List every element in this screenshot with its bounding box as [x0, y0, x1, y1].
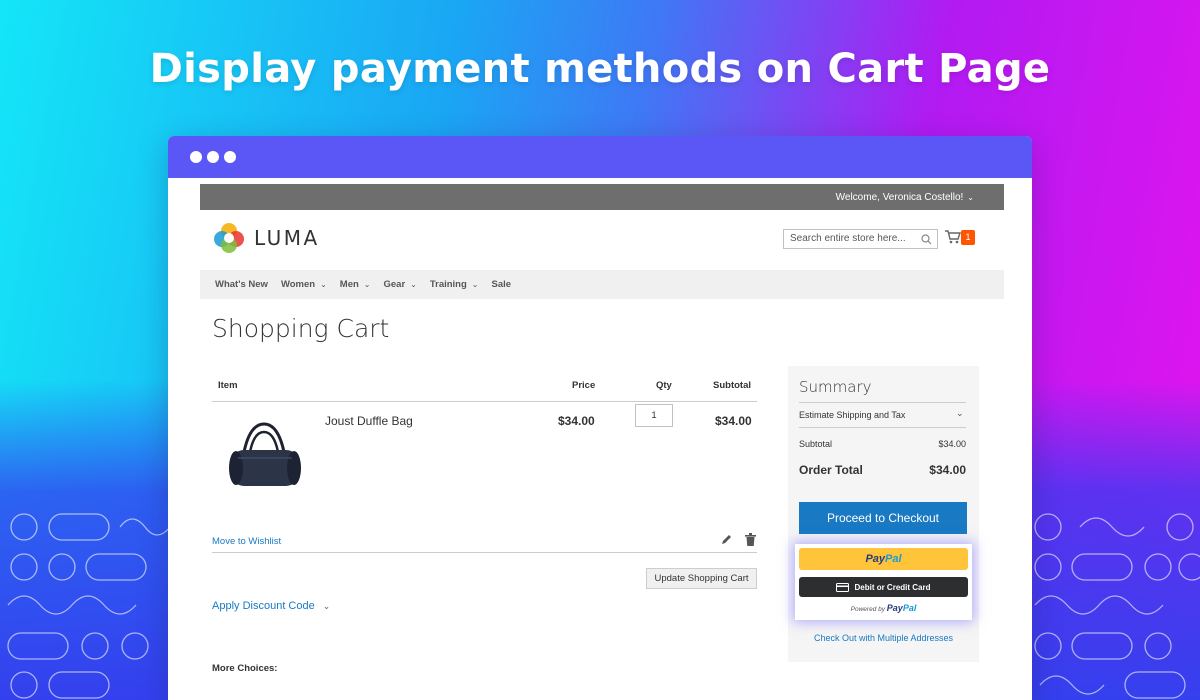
debit-credit-card-button[interactable]: Debit or Credit Card: [799, 577, 968, 597]
divider: [799, 402, 966, 403]
multiple-addresses-link[interactable]: Check Out with Multiple Addresses: [788, 633, 979, 643]
more-choices-heading: More Choices:: [212, 663, 278, 674]
nav-men[interactable]: Men ⌄: [340, 279, 371, 290]
nav-training[interactable]: Training ⌄: [430, 279, 479, 290]
discount-toggle[interactable]: Apply Discount Code ⌄: [212, 600, 330, 612]
cart-icon: [945, 230, 961, 244]
chevron-down-icon[interactable]: ⌄: [967, 193, 974, 202]
nav-women[interactable]: Women ⌄: [281, 279, 327, 290]
browser-window: Welcome, Veronica Costello! ⌄ LUMA Searc…: [168, 136, 1032, 700]
cart-count-badge: 1: [961, 230, 975, 245]
window-dot-icon[interactable]: [207, 151, 219, 163]
paypal-logo-pal: Pal: [902, 603, 917, 613]
minicart[interactable]: 1: [945, 230, 975, 249]
chevron-down-icon: ⌄: [320, 280, 327, 289]
credit-card-icon: [836, 582, 850, 592]
divider: [799, 427, 966, 428]
pencil-icon[interactable]: [720, 534, 732, 546]
powered-by-label: Powered by: [850, 606, 885, 613]
page-title: Shopping Cart: [212, 314, 390, 343]
product-price: $34.00: [558, 414, 595, 428]
nav-label: Training: [429, 279, 467, 290]
summary-title: Summary: [799, 378, 872, 396]
search-icon[interactable]: [921, 234, 932, 245]
nav-label: Men: [339, 279, 359, 290]
product-image[interactable]: [220, 422, 308, 494]
order-total-label: Order Total: [799, 463, 863, 477]
paypal-logo-pay: Pay: [886, 603, 903, 613]
main-nav: What's New Women ⌄ Men ⌄ Gear ⌄ Training ⌄ S…: [200, 270, 1004, 299]
nav-label: Sale: [491, 279, 512, 290]
chevron-down-icon[interactable]: ⌄: [956, 408, 964, 419]
nav-gear[interactable]: Gear ⌄: [383, 279, 416, 290]
nav-label: Gear: [383, 279, 406, 290]
paypal-payment-box: PayPal Debit or Credit Card Powered by P…: [795, 544, 972, 620]
card-button-label: Debit or Credit Card: [854, 582, 931, 592]
discount-label: Apply Discount Code: [212, 600, 315, 612]
estimate-shipping-toggle[interactable]: Estimate Shipping and Tax: [799, 410, 905, 420]
qty-input[interactable]: 1: [635, 404, 673, 427]
divider: [212, 401, 757, 402]
nav-label: What's New: [215, 279, 268, 290]
subtotal-label: Subtotal: [799, 439, 833, 449]
column-header-price: Price: [572, 380, 596, 391]
decorative-pattern-right: [1034, 513, 1200, 699]
product-subtotal: $34.00: [715, 414, 752, 428]
update-cart-button[interactable]: Update Shopping Cart: [646, 568, 757, 589]
search-input[interactable]: Search entire store here...: [783, 229, 938, 249]
paypal-logo-pay: Pay: [865, 553, 886, 565]
luma-logo-icon: [214, 223, 244, 253]
paypal-logo-pal: Pal: [885, 553, 902, 565]
move-to-wishlist-link[interactable]: Move to Wishlist: [212, 536, 281, 547]
column-header-subtotal: Subtotal: [713, 380, 751, 391]
column-header-item: Item: [218, 380, 238, 391]
window-dot-icon[interactable]: [190, 151, 202, 163]
chevron-down-icon: ⌄: [410, 280, 417, 289]
window-titlebar: [168, 136, 1032, 178]
product-name[interactable]: Joust Duffle Bag: [325, 414, 413, 428]
chevron-down-icon: ⌄: [322, 600, 331, 611]
headline: Display payment methods on Cart Page: [149, 46, 1051, 92]
store-page: Welcome, Veronica Costello! ⌄ LUMA Searc…: [200, 184, 1004, 674]
subtotal-value: $34.00: [938, 439, 966, 449]
luma-logo[interactable]: LUMA: [214, 222, 320, 254]
chevron-down-icon: ⌄: [363, 280, 371, 289]
column-header-qty: Qty: [656, 380, 672, 391]
cart-summary: Summary Estimate Shipping and Tax ⌄ Subt…: [788, 366, 979, 662]
nav-sale[interactable]: Sale: [492, 279, 512, 290]
paypal-button[interactable]: PayPal: [799, 548, 968, 570]
decorative-pattern-left: [7, 513, 170, 699]
nav-label: Women: [280, 279, 316, 290]
divider: [212, 552, 757, 553]
proceed-to-checkout-button[interactable]: Proceed to Checkout: [799, 502, 967, 534]
store-header: LUMA Search entire store here... 1: [200, 210, 1004, 270]
nav-whats-new[interactable]: What's New: [215, 279, 268, 290]
logo-text: LUMA: [254, 226, 320, 250]
trash-icon[interactable]: [745, 533, 756, 546]
chevron-down-icon: ⌄: [471, 280, 479, 289]
order-total-value: $34.00: [929, 463, 966, 477]
top-panel: Welcome, Veronica Costello! ⌄: [200, 184, 1004, 210]
window-dot-icon[interactable]: [224, 151, 236, 163]
powered-by-paypal: Powered by PayPal: [795, 603, 972, 613]
search-placeholder: Search entire store here...: [790, 233, 906, 244]
welcome-link[interactable]: Welcome, Veronica Costello!: [836, 192, 964, 203]
